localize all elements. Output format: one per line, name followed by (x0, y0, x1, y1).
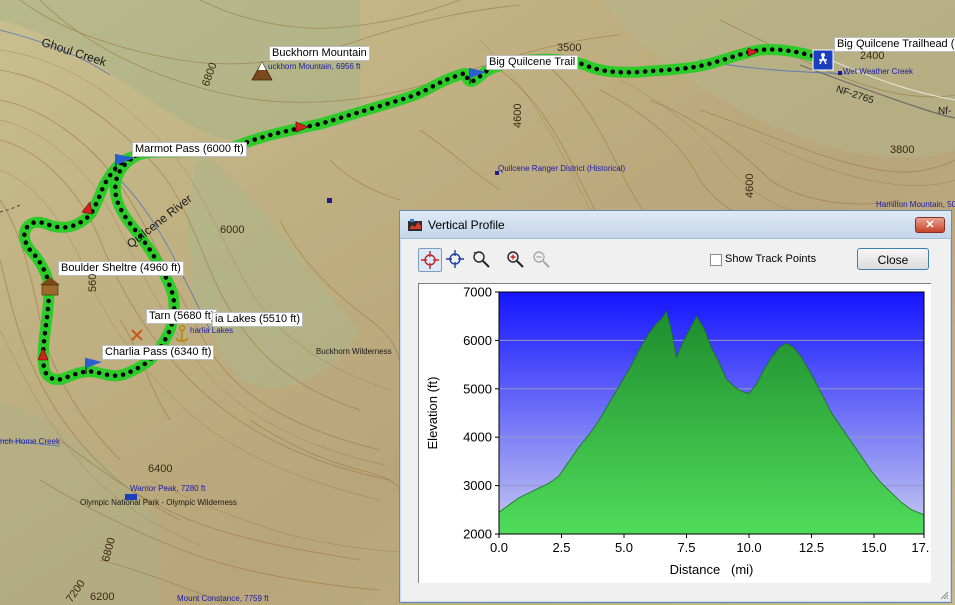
label-buckhorn-wilderness: Buckhorn Wilderness (316, 347, 392, 356)
x-tick-label: 5.0 (615, 540, 633, 555)
close-button[interactable]: Close (857, 248, 929, 270)
y-tick-label: 4000 (463, 430, 492, 445)
profile-app-icon (408, 219, 422, 231)
label-buckhorn-mountain[interactable]: Buckhorn Mountain (269, 46, 370, 61)
contour-label: 3500 (557, 42, 582, 54)
trailhead-icon[interactable] (812, 49, 834, 71)
crosshair-select-tool[interactable] (418, 248, 442, 272)
contour-label: 6000 (220, 224, 245, 236)
zoom-out-icon (533, 251, 550, 268)
show-track-points-label[interactable]: Show Track Points (725, 253, 816, 265)
y-tick-label: 3000 (463, 478, 492, 493)
contour-label: 4600 (512, 103, 524, 128)
label-mount-constance: Mount Constance, 7759 ft (177, 594, 269, 603)
contour-label: 6400 (148, 463, 173, 475)
contour-label: 560 (87, 273, 99, 292)
vertical-profile-window[interactable]: Vertical Profile ✕ Show Track Points Clo… (399, 210, 952, 603)
zoom-in-tool[interactable] (504, 248, 528, 272)
label-buckhorn-peak: uckhorn Mountain, 6956 ft (268, 62, 361, 71)
y-tick-label: 6000 (463, 333, 492, 348)
label-big-quilcene-trail[interactable]: Big Quilcene Trail (486, 55, 579, 70)
contour-label: 2400 (860, 50, 885, 62)
label-hamilton-mountain: Hamilton Mountain, 509 (876, 200, 955, 209)
x-tick-label: 17.0 (911, 540, 930, 555)
resize-grip-icon[interactable] (939, 590, 949, 600)
map-marker-icon[interactable] (838, 71, 842, 75)
contour-label: 4600 (744, 173, 756, 198)
crosshair-select-icon (421, 251, 439, 269)
window-title: Vertical Profile (428, 218, 505, 232)
label-marmot-pass[interactable]: Marmot Pass (6000 ft) (132, 142, 247, 157)
label-charlia-lakes-blue: harlia Lakes (190, 326, 234, 335)
y-tick-label: 2000 (463, 527, 492, 542)
label-big-quilcene-trailhead[interactable]: Big Quilcene Trailhead (2 (834, 37, 955, 52)
label-olympic-wilderness: Olympic National Park - Olympic Wilderne… (80, 498, 237, 507)
label-tarn[interactable]: Tarn (5680 ft) (146, 309, 218, 324)
label-branch-home-creek: nch Home Creek (0, 437, 61, 446)
x-tick-label: 10.0 (736, 540, 761, 555)
zoom-rect-tool[interactable] (470, 248, 494, 272)
label-wet-weather-creek: Wet Weather Creek (843, 67, 913, 76)
profile-plot-area[interactable]: 2000 3000 4000 5000 6000 7000 0.0 2.5 5.0 7.5 10.… (418, 283, 937, 583)
y-tick-label: 7000 (463, 285, 492, 300)
label-charlia-lakes[interactable]: ia Lakes (5510 ft) (212, 312, 303, 327)
zoom-out-tool[interactable] (530, 248, 554, 272)
label-charlia-pass[interactable]: Charlia Pass (6340 ft) (102, 345, 215, 360)
label-road-nf: Nf- (938, 106, 952, 117)
label-boulder-shelter[interactable]: Boulder Sheltre (4960 ft) (58, 261, 184, 276)
window-close-button[interactable]: ✕ (915, 217, 945, 233)
x-tick-label: 7.5 (677, 540, 695, 555)
show-track-points-checkbox[interactable] (710, 254, 722, 266)
window-titlebar[interactable]: Vertical Profile ✕ (400, 211, 951, 239)
x-axis-label: Distance (mi) (670, 562, 754, 577)
crosshair-pan-icon (446, 250, 464, 268)
y-axis-label: Elevation (ft) (425, 377, 440, 450)
contour-label: 3800 (890, 144, 915, 156)
y-tick-label: 5000 (463, 381, 492, 396)
label-ranger-district: Quilcene Ranger District (Historical) (498, 164, 626, 173)
x-tick-label: 0.0 (490, 540, 508, 555)
label-warrior-peak: Warrior Peak, 7280 ft (130, 484, 206, 493)
map-marker-icon[interactable] (327, 198, 332, 203)
x-tick-label: 15.0 (861, 540, 886, 555)
x-tick-label: 12.5 (799, 540, 824, 555)
x-tick-label: 2.5 (552, 540, 570, 555)
zoom-rect-icon (473, 251, 490, 268)
elevation-profile-chart[interactable]: 2000 3000 4000 5000 6000 7000 0.0 2.5 5.0 7.5 10.… (419, 284, 937, 582)
zoom-in-icon (507, 251, 524, 268)
crosshair-pan-tool[interactable] (444, 248, 468, 272)
contour-label: 6200 (90, 591, 115, 603)
